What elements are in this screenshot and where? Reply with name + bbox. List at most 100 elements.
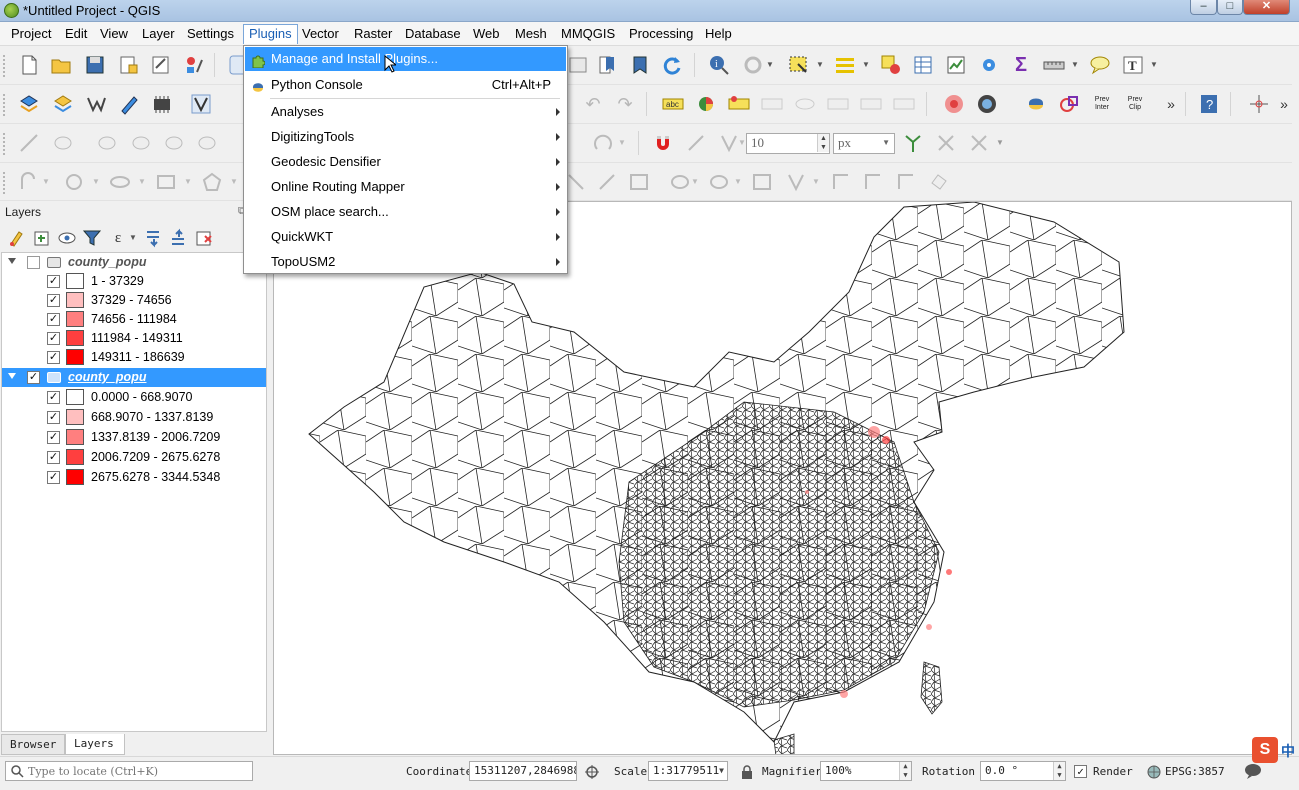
refresh-icon[interactable] [661, 54, 683, 76]
zoom-layer-icon[interactable] [567, 54, 589, 76]
snapping-type-dropdown-icon[interactable]: ▼ [738, 132, 746, 154]
snapping-tolerance-spinner[interactable]: ▲ ▼ [817, 134, 829, 152]
legend-class-row[interactable]: ✓ 1337.8139 - 2006.7209 [2, 428, 266, 447]
advanced-digitize-dropdown-icon[interactable]: ▼ [42, 171, 50, 193]
digitizing-tools-5-icon[interactable] [708, 171, 730, 193]
add-group-icon[interactable] [31, 227, 53, 249]
menu-item-manage-plugins[interactable]: Manage and Install Plugins... [245, 47, 566, 71]
field-calculator-icon[interactable]: Σ [1010, 54, 1032, 76]
snapping-vertex-icon[interactable] [685, 132, 707, 154]
circle-dropdown-icon[interactable]: ▼ [92, 171, 100, 193]
menu-item-quickwkt[interactable]: QuickWKT [245, 225, 566, 249]
digitizing-tools-9-icon[interactable] [862, 171, 884, 193]
delete-part-icon[interactable] [196, 132, 218, 154]
class-checkbox[interactable]: ✓ [47, 391, 60, 404]
menu-layer[interactable]: Layer [137, 24, 180, 44]
crs-button[interactable]: EPSG:3857 [1165, 765, 1225, 778]
digitizing-tools-dropdown-2-icon[interactable]: ▼ [734, 171, 742, 193]
class-checkbox[interactable]: ✓ [47, 351, 60, 364]
select-dropdown-icon[interactable]: ▼ [816, 54, 824, 76]
snapping-magnet-icon[interactable] [652, 132, 674, 154]
layer-visibility-checkbox[interactable] [27, 256, 40, 269]
legend-class-row[interactable]: ✓ 0.0000 - 668.9070 [2, 388, 266, 407]
help-icon[interactable]: ? [1198, 93, 1220, 115]
redo-icon[interactable]: ↷ [614, 93, 636, 115]
digitizing-tools-dropdown-1-icon[interactable]: ▼ [691, 171, 699, 193]
class-checkbox[interactable]: ✓ [47, 294, 60, 307]
menu-raster[interactable]: Raster [349, 24, 397, 44]
move-label-icon[interactable] [827, 93, 849, 115]
select-features-icon[interactable] [788, 54, 810, 76]
magnifier-spinbox[interactable]: 100% ▲ ▼ [820, 761, 912, 781]
show-bookmarks-icon[interactable] [629, 54, 651, 76]
digitizing-tools-1-icon[interactable] [565, 171, 587, 193]
menu-view[interactable]: View [95, 24, 133, 44]
diagram-tool-icon[interactable] [695, 93, 717, 115]
new-print-layout-icon[interactable] [117, 54, 139, 76]
style-panel-icon[interactable] [6, 227, 28, 249]
polygon-dropdown-icon[interactable]: ▼ [230, 171, 238, 193]
menu-item-online-routing-mapper[interactable]: Online Routing Mapper [245, 175, 566, 199]
menu-edit[interactable]: Edit [60, 24, 92, 44]
digitizing-tools-4-icon[interactable] [669, 171, 691, 193]
digitizing-tools-2-icon[interactable] [596, 171, 618, 193]
map-canvas[interactable] [273, 201, 1292, 755]
legend-class-row[interactable]: ✓ 111984 - 149311 [2, 329, 266, 348]
add-part-icon[interactable] [96, 132, 118, 154]
fill-ring-icon[interactable] [130, 132, 152, 154]
new-virtual-layer-icon[interactable] [151, 93, 173, 115]
class-checkbox[interactable]: ✓ [47, 332, 60, 345]
undo-icon[interactable]: ↶ [582, 93, 604, 115]
rectangle-dropdown-icon[interactable]: ▼ [184, 171, 192, 193]
advanced-digitize-icon[interactable] [18, 171, 40, 193]
class-checkbox[interactable]: ✓ [47, 313, 60, 326]
filter-legend-icon[interactable] [81, 227, 103, 249]
expand-arrow-icon[interactable] [8, 373, 16, 379]
prev-clip-button[interactable]: Prev Clip [1124, 93, 1146, 115]
new-spatialite-icon[interactable] [118, 93, 140, 115]
toolbar-overflow-button[interactable]: » [1160, 93, 1182, 115]
class-checkbox[interactable]: ✓ [47, 471, 60, 484]
menu-help[interactable]: Help [700, 24, 737, 44]
select-by-value-dropdown-icon[interactable]: ▼ [862, 54, 870, 76]
globe-icon[interactable] [1147, 765, 1161, 779]
self-snapping-icon[interactable] [968, 132, 990, 154]
snapping-tolerance-input[interactable]: 10 ▲ ▼ [746, 133, 830, 154]
style-manager-icon[interactable] [183, 54, 205, 76]
show-hide-labels-icon[interactable] [761, 93, 783, 115]
menu-database[interactable]: Database [400, 24, 466, 44]
class-checkbox[interactable]: ✓ [47, 275, 60, 288]
crosshair-icon[interactable] [1248, 93, 1270, 115]
select-by-value-icon[interactable] [834, 54, 856, 76]
digitizing-tools-8-icon[interactable] [830, 171, 852, 193]
digitizing-tools-6-icon[interactable] [751, 171, 773, 193]
locator-search-input[interactable] [28, 764, 248, 779]
menu-processing[interactable]: Processing [624, 24, 698, 44]
add-ring-icon[interactable] [52, 132, 74, 154]
menu-item-python-console[interactable]: Python Console Ctrl+Alt+P [245, 73, 566, 97]
class-checkbox[interactable]: ✓ [47, 411, 60, 424]
new-bookmark-icon[interactable] [597, 54, 619, 76]
toolbox-icon[interactable] [978, 54, 1000, 76]
save-project-icon[interactable] [84, 54, 106, 76]
osm-downloader-icon[interactable] [976, 93, 998, 115]
digitizing-tools-11-icon[interactable] [928, 171, 950, 193]
change-label-icon[interactable] [893, 93, 915, 115]
prev-inter-button[interactable]: Prev Inter [1091, 93, 1113, 115]
remove-layer-icon[interactable] [193, 227, 215, 249]
collapse-all-icon[interactable] [168, 227, 190, 249]
new-mesh-layer-icon[interactable] [190, 93, 212, 115]
scale-combo[interactable]: 1:31779511 ▼ [648, 761, 728, 781]
menu-settings[interactable]: Settings [182, 24, 239, 44]
legend-class-row[interactable]: ✓ 74656 - 111984 [2, 310, 266, 329]
polygon-digitize-icon[interactable] [201, 171, 223, 193]
python-console-toolbar-icon[interactable] [1025, 93, 1047, 115]
class-checkbox[interactable]: ✓ [47, 431, 60, 444]
data-source-manager-icon[interactable] [18, 93, 40, 115]
rotation-spinner[interactable]: ▲ ▼ [1053, 762, 1065, 780]
annotation-dropdown-icon[interactable]: ▼ [1150, 54, 1158, 76]
new-project-icon[interactable] [18, 54, 40, 76]
menu-plugins[interactable]: Plugins [243, 24, 298, 44]
quickosm-icon[interactable] [943, 93, 965, 115]
filter-expression-icon[interactable]: ε [107, 227, 129, 249]
